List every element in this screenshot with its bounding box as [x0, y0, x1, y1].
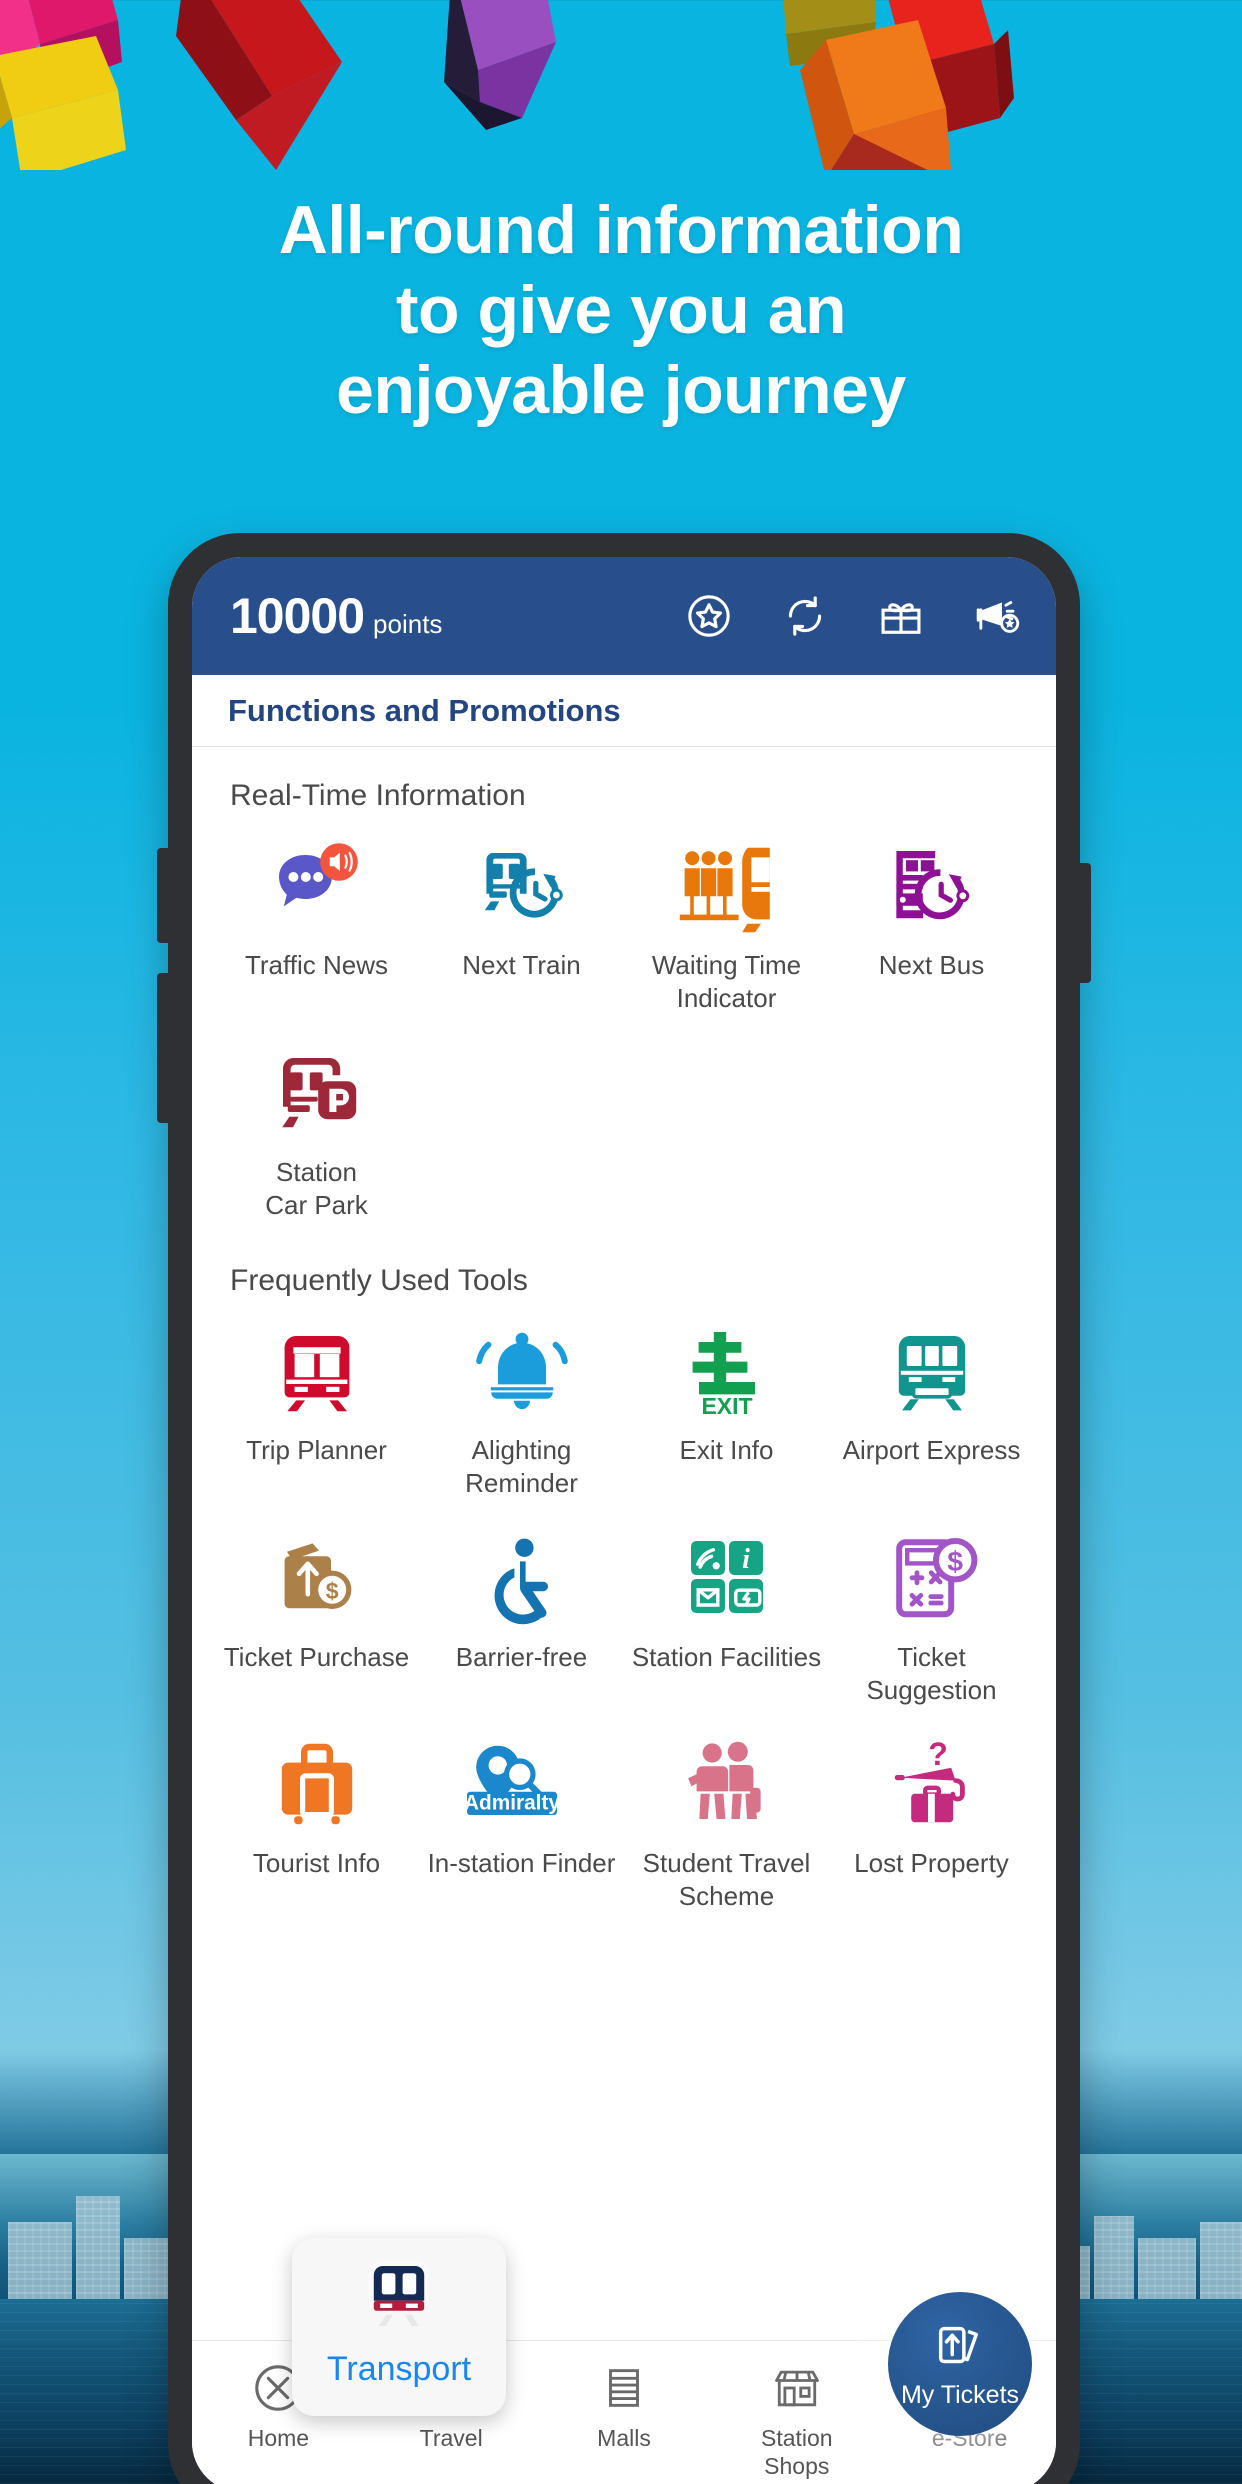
malls-icon: [597, 2359, 651, 2417]
svg-text:Admiralty: Admiralty: [464, 1792, 560, 1815]
airport-express-icon: [884, 1326, 980, 1418]
tile-label: Station Car Park: [265, 1156, 368, 1220]
tile-station-car-park[interactable]: Station Car Park: [214, 1026, 419, 1233]
tile-label: Traffic News: [244, 950, 389, 980]
station-car-park-icon: [269, 1048, 365, 1140]
nav-label: Travel: [419, 2425, 483, 2451]
tile-label: Student Travel Scheme: [642, 1848, 811, 1912]
nav-item-malls[interactable]: Malls: [538, 2359, 711, 2453]
tile-label: Lost Property: [854, 1848, 1009, 1879]
ticket-purchase-icon: $: [269, 1533, 365, 1625]
tile-label: Ticket Purchase: [223, 1641, 410, 1672]
nav-label: Station Shops: [760, 2425, 833, 2479]
student-travel-icon: [679, 1739, 775, 1831]
next-bus-icon: [884, 841, 980, 933]
section-title-tools: Frequently Used Tools: [230, 1264, 528, 1298]
next-train-icon: [474, 841, 570, 933]
fab-label: My Tickets: [900, 2380, 1020, 2409]
tile-label: Ticket Suggestion: [866, 1641, 997, 1705]
star-circle-icon[interactable]: [684, 591, 734, 641]
app-header: 10000 points: [192, 557, 1056, 675]
tile-label: Station Facilities: [631, 1641, 822, 1672]
headline-line-1: All-round information: [278, 192, 964, 268]
svg-text:$: $: [325, 1578, 338, 1604]
functions-content: Real-Time Information Traffic News Next …: [192, 747, 1056, 2054]
points-display: 10000 points: [230, 587, 442, 645]
refresh-icon[interactable]: [780, 591, 830, 641]
tile-tourist-info[interactable]: Tourist Info: [214, 1717, 419, 1924]
traffic-news-icon: [269, 841, 365, 933]
barrier-free-icon: [474, 1533, 570, 1625]
nav-label: Home: [247, 2425, 310, 2451]
headline-line-2: to give you an: [395, 272, 847, 349]
tile-label: Alighting Reminder: [465, 1435, 578, 1499]
tile-lost-property[interactable]: ? Lost Property: [829, 1717, 1034, 1924]
page-title: Functions and Promotions: [228, 692, 621, 728]
points-value: 10000: [230, 588, 365, 644]
header-icon-group: [684, 591, 1022, 641]
tile-trip-planner[interactable]: Trip Planner: [214, 1304, 419, 1511]
tile-airport-express[interactable]: Airport Express: [829, 1304, 1034, 1511]
ticket-suggestion-icon: $: [884, 1533, 980, 1625]
station-facilities-icon: i: [679, 1533, 775, 1625]
tile-in-station-finder[interactable]: Admiralty In-station Finder: [419, 1717, 624, 1924]
my-tickets-fab[interactable]: My Tickets: [888, 2292, 1032, 2436]
gift-icon[interactable]: [876, 591, 926, 641]
tile-waiting-time-indicator[interactable]: Waiting Time Indicator: [624, 819, 829, 1026]
alighting-reminder-icon: [474, 1326, 570, 1418]
tile-station-facilities[interactable]: i Station Facilities: [624, 1511, 829, 1718]
tile-traffic-news[interactable]: Traffic News: [214, 819, 419, 1026]
phone-screen: 10000 points Functions and Promotions Re…: [192, 557, 1056, 2484]
in-station-finder-icon: Admiralty: [423, 1739, 620, 1831]
tile-student-travel-scheme[interactable]: Student Travel Scheme: [624, 1717, 829, 1924]
transport-train-icon: [369, 2260, 429, 2326]
tile-next-bus[interactable]: Next Bus: [829, 819, 1034, 1026]
waiting-time-icon: [675, 841, 779, 933]
tile-label: Trip Planner: [246, 1435, 387, 1466]
section-grid-tools: Trip Planner Alighting Reminder EXIT Exi…: [214, 1304, 1034, 1924]
tile-label: In-station Finder: [427, 1848, 616, 1879]
cube-purple: [444, 0, 556, 130]
tile-label: Next Train: [462, 950, 581, 980]
hero-headline: All-round information to give you an enj…: [0, 190, 1242, 431]
page-title-bar: Functions and Promotions: [192, 675, 1056, 747]
headline-line-3: enjoyable journey: [336, 352, 906, 429]
cube-red: [176, 0, 342, 170]
tile-ticket-purchase[interactable]: $ Ticket Purchase: [214, 1511, 419, 1718]
tile-ticket-suggestion[interactable]: $ Ticket Suggestion: [829, 1511, 1034, 1718]
tile-label: Airport Express: [842, 1435, 1021, 1466]
points-label: points: [373, 609, 443, 639]
svg-text:i: i: [742, 1543, 750, 1574]
tile-label: Tourist Info: [252, 1848, 381, 1879]
tile-exit-info[interactable]: EXIT Exit Info: [624, 1304, 829, 1511]
tile-alighting-reminder[interactable]: Alighting Reminder: [419, 1304, 624, 1511]
station-shops-icon: [769, 2359, 825, 2417]
section-title-realtime: Real-Time Information: [230, 779, 526, 812]
nav-label: Malls: [597, 2425, 651, 2451]
tooltip-label: Transport: [326, 2350, 472, 2388]
svg-text:?: ?: [928, 1739, 948, 1772]
megaphone-star-icon[interactable]: [972, 591, 1022, 641]
trip-planner-icon: [269, 1326, 365, 1418]
tourist-info-icon: [269, 1739, 365, 1831]
svg-text:$: $: [947, 1546, 963, 1577]
lost-property-icon: ?: [884, 1739, 980, 1831]
svg-text:EXIT: EXIT: [701, 1393, 752, 1418]
my-tickets-icon: [938, 2326, 978, 2363]
phone-mockup: 10000 points Functions and Promotions Re…: [157, 533, 1091, 2484]
tile-barrier-free[interactable]: Barrier-free: [419, 1511, 624, 1718]
section-grid-realtime: Traffic News Next Train Waiting Time Ind…: [214, 819, 1034, 1232]
transport-tooltip[interactable]: Transport: [292, 2238, 506, 2416]
tile-label: Next Bus: [878, 950, 985, 980]
tile-next-train[interactable]: Next Train: [419, 819, 624, 1026]
tile-label: Exit Info: [679, 1435, 774, 1466]
exit-info-icon: EXIT: [679, 1326, 775, 1418]
tile-label: Waiting Time Indicator: [651, 950, 802, 1014]
nav-item-station-shops[interactable]: Station Shops: [710, 2359, 883, 2480]
tile-label: Barrier-free: [455, 1641, 588, 1672]
confetti-decoration: [0, 0, 1242, 170]
